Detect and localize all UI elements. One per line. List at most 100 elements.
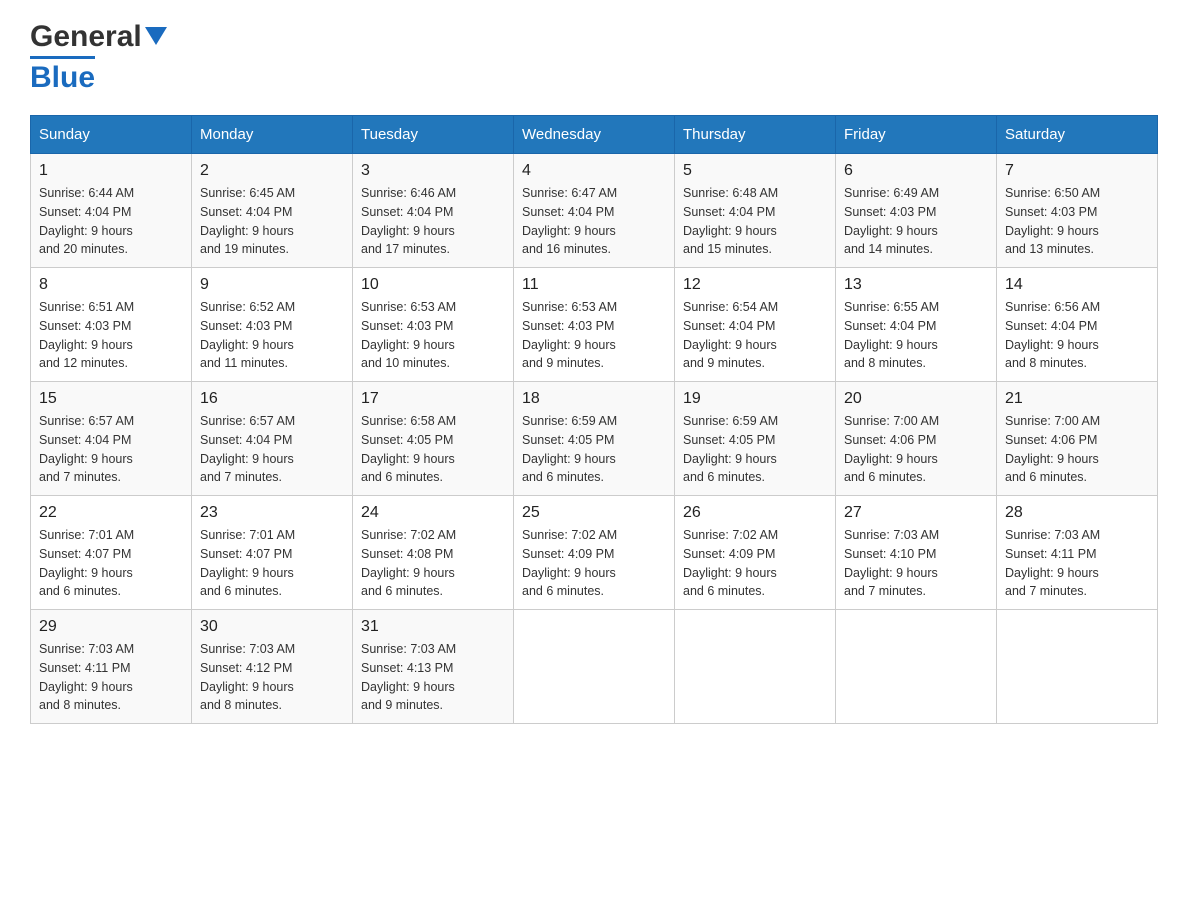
calendar-cell: 15 Sunrise: 6:57 AM Sunset: 4:04 PM Dayl… xyxy=(31,382,192,496)
logo: General Blue xyxy=(30,20,167,95)
calendar-cell: 22 Sunrise: 7:01 AM Sunset: 4:07 PM Dayl… xyxy=(31,496,192,610)
calendar-cell: 30 Sunrise: 7:03 AM Sunset: 4:12 PM Dayl… xyxy=(192,610,353,724)
day-number: 17 xyxy=(361,390,505,408)
day-number: 10 xyxy=(361,276,505,294)
calendar-cell: 12 Sunrise: 6:54 AM Sunset: 4:04 PM Dayl… xyxy=(675,268,836,382)
calendar-cell: 29 Sunrise: 7:03 AM Sunset: 4:11 PM Dayl… xyxy=(31,610,192,724)
day-number: 6 xyxy=(844,162,988,180)
calendar-cell: 6 Sunrise: 6:49 AM Sunset: 4:03 PM Dayli… xyxy=(836,154,997,268)
day-number: 2 xyxy=(200,162,344,180)
calendar-body: 1 Sunrise: 6:44 AM Sunset: 4:04 PM Dayli… xyxy=(31,154,1158,724)
day-info: Sunrise: 7:00 AM Sunset: 4:06 PM Dayligh… xyxy=(1005,412,1149,487)
calendar-week-row: 15 Sunrise: 6:57 AM Sunset: 4:04 PM Dayl… xyxy=(31,382,1158,496)
header-cell-saturday: Saturday xyxy=(997,116,1158,154)
header-cell-sunday: Sunday xyxy=(31,116,192,154)
day-info: Sunrise: 6:56 AM Sunset: 4:04 PM Dayligh… xyxy=(1005,298,1149,373)
day-number: 11 xyxy=(522,276,666,294)
header-cell-thursday: Thursday xyxy=(675,116,836,154)
day-number: 28 xyxy=(1005,504,1149,522)
day-info: Sunrise: 6:45 AM Sunset: 4:04 PM Dayligh… xyxy=(200,184,344,259)
day-info: Sunrise: 7:01 AM Sunset: 4:07 PM Dayligh… xyxy=(39,526,183,601)
calendar-cell: 31 Sunrise: 7:03 AM Sunset: 4:13 PM Dayl… xyxy=(353,610,514,724)
calendar-cell: 23 Sunrise: 7:01 AM Sunset: 4:07 PM Dayl… xyxy=(192,496,353,610)
day-number: 20 xyxy=(844,390,988,408)
calendar-cell: 18 Sunrise: 6:59 AM Sunset: 4:05 PM Dayl… xyxy=(514,382,675,496)
calendar-cell: 19 Sunrise: 6:59 AM Sunset: 4:05 PM Dayl… xyxy=(675,382,836,496)
day-info: Sunrise: 6:54 AM Sunset: 4:04 PM Dayligh… xyxy=(683,298,827,373)
header-row: SundayMondayTuesdayWednesdayThursdayFrid… xyxy=(31,116,1158,154)
day-number: 7 xyxy=(1005,162,1149,180)
day-info: Sunrise: 7:01 AM Sunset: 4:07 PM Dayligh… xyxy=(200,526,344,601)
calendar-week-row: 22 Sunrise: 7:01 AM Sunset: 4:07 PM Dayl… xyxy=(31,496,1158,610)
calendar-cell xyxy=(997,610,1158,724)
day-info: Sunrise: 6:44 AM Sunset: 4:04 PM Dayligh… xyxy=(39,184,183,259)
calendar-cell: 17 Sunrise: 6:58 AM Sunset: 4:05 PM Dayl… xyxy=(353,382,514,496)
day-number: 30 xyxy=(200,618,344,636)
calendar-cell: 2 Sunrise: 6:45 AM Sunset: 4:04 PM Dayli… xyxy=(192,154,353,268)
day-number: 26 xyxy=(683,504,827,522)
calendar-cell: 1 Sunrise: 6:44 AM Sunset: 4:04 PM Dayli… xyxy=(31,154,192,268)
calendar-cell: 20 Sunrise: 7:00 AM Sunset: 4:06 PM Dayl… xyxy=(836,382,997,496)
day-info: Sunrise: 6:52 AM Sunset: 4:03 PM Dayligh… xyxy=(200,298,344,373)
calendar-cell: 4 Sunrise: 6:47 AM Sunset: 4:04 PM Dayli… xyxy=(514,154,675,268)
day-number: 8 xyxy=(39,276,183,294)
day-info: Sunrise: 6:55 AM Sunset: 4:04 PM Dayligh… xyxy=(844,298,988,373)
day-number: 31 xyxy=(361,618,505,636)
day-info: Sunrise: 6:58 AM Sunset: 4:05 PM Dayligh… xyxy=(361,412,505,487)
day-info: Sunrise: 6:59 AM Sunset: 4:05 PM Dayligh… xyxy=(522,412,666,487)
calendar-cell xyxy=(836,610,997,724)
day-info: Sunrise: 6:57 AM Sunset: 4:04 PM Dayligh… xyxy=(39,412,183,487)
day-info: Sunrise: 6:57 AM Sunset: 4:04 PM Dayligh… xyxy=(200,412,344,487)
day-info: Sunrise: 7:02 AM Sunset: 4:08 PM Dayligh… xyxy=(361,526,505,601)
day-number: 25 xyxy=(522,504,666,522)
calendar-cell: 9 Sunrise: 6:52 AM Sunset: 4:03 PM Dayli… xyxy=(192,268,353,382)
day-number: 14 xyxy=(1005,276,1149,294)
day-number: 5 xyxy=(683,162,827,180)
day-number: 23 xyxy=(200,504,344,522)
day-info: Sunrise: 6:48 AM Sunset: 4:04 PM Dayligh… xyxy=(683,184,827,259)
calendar-cell: 14 Sunrise: 6:56 AM Sunset: 4:04 PM Dayl… xyxy=(997,268,1158,382)
calendar-cell: 25 Sunrise: 7:02 AM Sunset: 4:09 PM Dayl… xyxy=(514,496,675,610)
day-number: 3 xyxy=(361,162,505,180)
day-number: 29 xyxy=(39,618,183,636)
day-info: Sunrise: 7:03 AM Sunset: 4:12 PM Dayligh… xyxy=(200,640,344,715)
calendar-cell: 16 Sunrise: 6:57 AM Sunset: 4:04 PM Dayl… xyxy=(192,382,353,496)
day-info: Sunrise: 7:03 AM Sunset: 4:13 PM Dayligh… xyxy=(361,640,505,715)
day-info: Sunrise: 7:00 AM Sunset: 4:06 PM Dayligh… xyxy=(844,412,988,487)
day-number: 24 xyxy=(361,504,505,522)
day-info: Sunrise: 7:03 AM Sunset: 4:10 PM Dayligh… xyxy=(844,526,988,601)
header-cell-tuesday: Tuesday xyxy=(353,116,514,154)
day-info: Sunrise: 6:49 AM Sunset: 4:03 PM Dayligh… xyxy=(844,184,988,259)
day-info: Sunrise: 7:02 AM Sunset: 4:09 PM Dayligh… xyxy=(522,526,666,601)
calendar-table: SundayMondayTuesdayWednesdayThursdayFrid… xyxy=(30,115,1158,724)
day-number: 13 xyxy=(844,276,988,294)
day-info: Sunrise: 6:46 AM Sunset: 4:04 PM Dayligh… xyxy=(361,184,505,259)
header-cell-monday: Monday xyxy=(192,116,353,154)
calendar-cell: 10 Sunrise: 6:53 AM Sunset: 4:03 PM Dayl… xyxy=(353,268,514,382)
header-cell-wednesday: Wednesday xyxy=(514,116,675,154)
calendar-cell: 21 Sunrise: 7:00 AM Sunset: 4:06 PM Dayl… xyxy=(997,382,1158,496)
calendar-cell: 11 Sunrise: 6:53 AM Sunset: 4:03 PM Dayl… xyxy=(514,268,675,382)
calendar-cell xyxy=(675,610,836,724)
page-header: General Blue xyxy=(30,20,1158,95)
day-number: 9 xyxy=(200,276,344,294)
logo-arrow-icon xyxy=(145,27,167,45)
calendar-cell: 5 Sunrise: 6:48 AM Sunset: 4:04 PM Dayli… xyxy=(675,154,836,268)
calendar-cell xyxy=(514,610,675,724)
header-cell-friday: Friday xyxy=(836,116,997,154)
day-number: 18 xyxy=(522,390,666,408)
calendar-cell: 24 Sunrise: 7:02 AM Sunset: 4:08 PM Dayl… xyxy=(353,496,514,610)
day-number: 21 xyxy=(1005,390,1149,408)
day-number: 4 xyxy=(522,162,666,180)
day-info: Sunrise: 6:50 AM Sunset: 4:03 PM Dayligh… xyxy=(1005,184,1149,259)
calendar-week-row: 8 Sunrise: 6:51 AM Sunset: 4:03 PM Dayli… xyxy=(31,268,1158,382)
logo-blue-text: Blue xyxy=(30,61,95,94)
day-info: Sunrise: 6:53 AM Sunset: 4:03 PM Dayligh… xyxy=(522,298,666,373)
calendar-week-row: 1 Sunrise: 6:44 AM Sunset: 4:04 PM Dayli… xyxy=(31,154,1158,268)
calendar-header: SundayMondayTuesdayWednesdayThursdayFrid… xyxy=(31,116,1158,154)
day-number: 15 xyxy=(39,390,183,408)
day-number: 12 xyxy=(683,276,827,294)
day-info: Sunrise: 6:53 AM Sunset: 4:03 PM Dayligh… xyxy=(361,298,505,373)
day-info: Sunrise: 7:02 AM Sunset: 4:09 PM Dayligh… xyxy=(683,526,827,601)
day-number: 22 xyxy=(39,504,183,522)
